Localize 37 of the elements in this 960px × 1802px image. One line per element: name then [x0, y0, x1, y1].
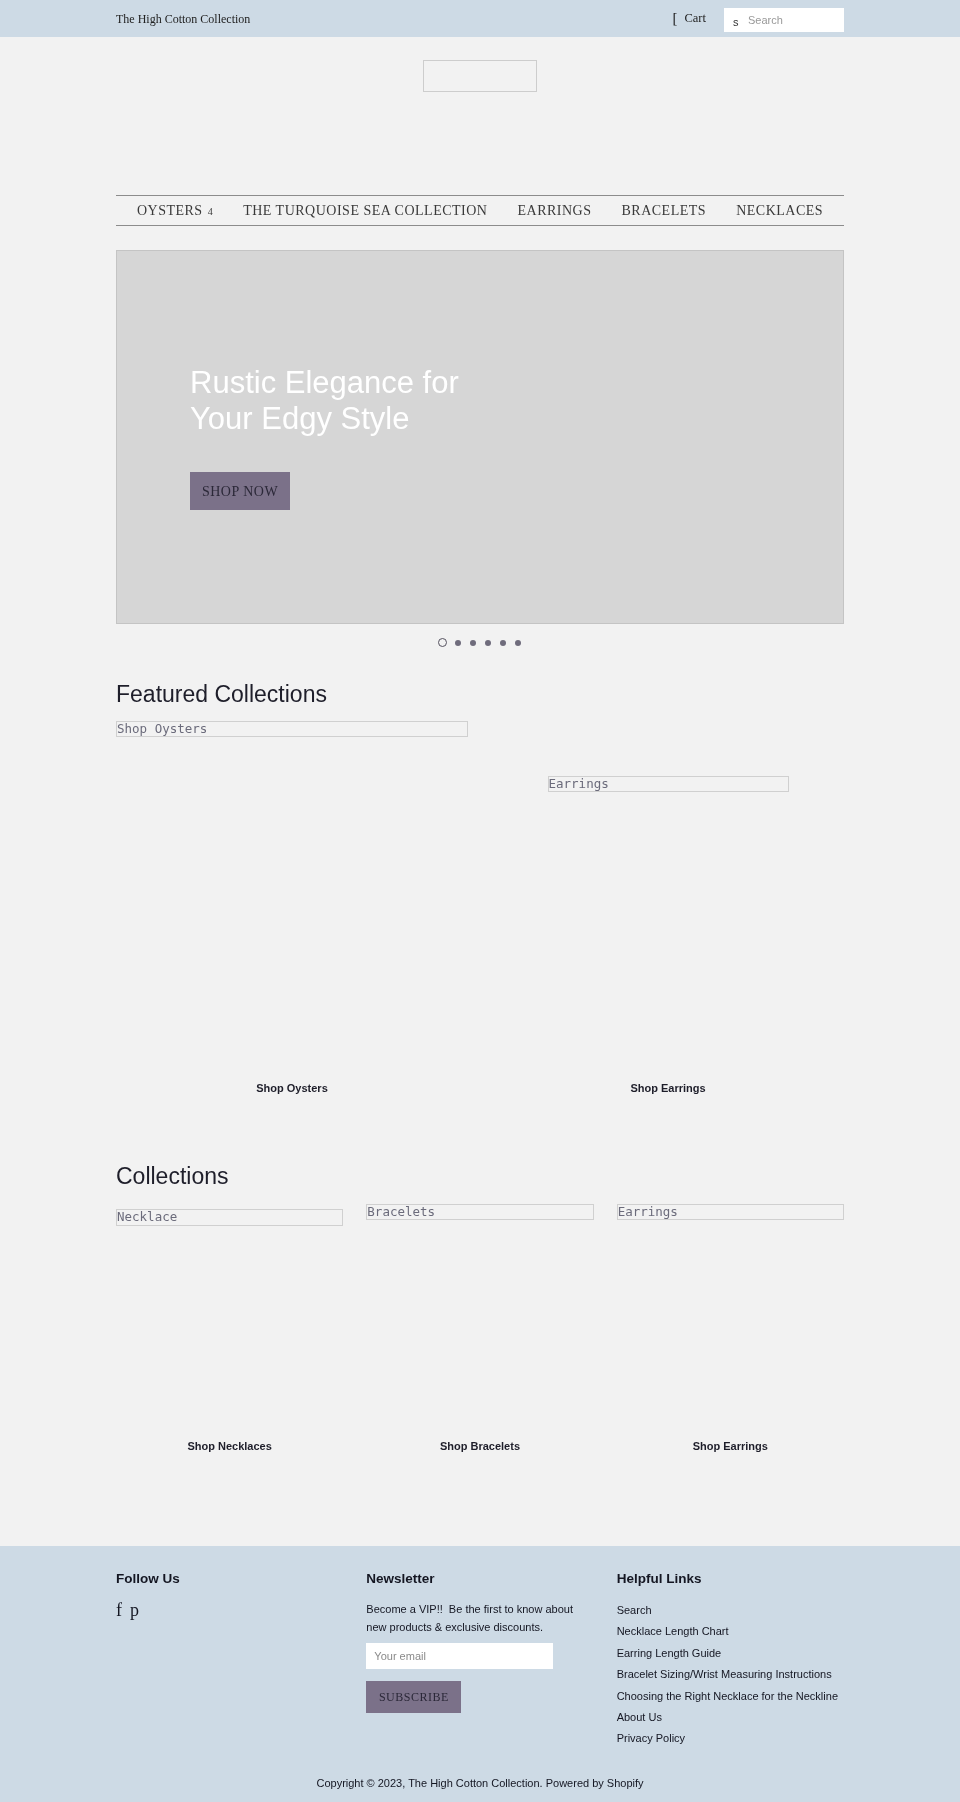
search-glyph: s: [733, 16, 739, 28]
collection-link[interactable]: Shop Necklaces: [187, 1438, 272, 1454]
nav-link[interactable]: THE TURQUOISE SEA COLLECTION: [243, 200, 488, 221]
footer-link[interactable]: Privacy Policy: [616, 1732, 686, 1745]
collection-link[interactable]: Shop Bracelets: [439, 1438, 521, 1454]
footer-heading: Helpful Links: [616, 1570, 703, 1588]
social-link[interactable]: f: [116, 1600, 122, 1620]
footer-heading: Follow Us: [116, 1570, 181, 1588]
broken-image: Necklace: [116, 1209, 344, 1226]
nav-link[interactable]: NECKLACES: [736, 200, 824, 221]
nav-link[interactable]: OYSTERS 4: [136, 200, 214, 221]
footer-link[interactable]: About Us: [616, 1711, 662, 1724]
cart-glyph: [: [672, 11, 678, 26]
section-heading: Collections: [116, 1162, 230, 1190]
collection-link[interactable]: Shop Earrings: [630, 1080, 706, 1096]
store-name: The High Cotton Collection: [116, 10, 251, 28]
dropdown-glyph: 4: [207, 207, 214, 217]
footer-link[interactable]: Earring Length Guide: [616, 1646, 722, 1659]
newsletter-text: Become a VIP!! Be the first to know about new products & exclusive discounts.: [366, 1602, 574, 1635]
nav-link[interactable]: BRACELETS: [621, 200, 707, 221]
footer-link[interactable]: Choosing the Right Necklace for the Neckline: [616, 1689, 838, 1702]
section-heading: Featured Collections: [116, 680, 328, 708]
footer-heading: Newsletter: [366, 1570, 436, 1588]
collection-link[interactable]: Shop Oysters: [256, 1080, 328, 1096]
copyright-text: Copyright © 2023, The High Cotton Collection. Powered by Shopify: [315, 1775, 645, 1791]
broken-image: Earrings: [616, 1204, 844, 1220]
footer-link[interactable]: Bracelet Sizing/Wrist Measuring Instructions: [616, 1668, 832, 1681]
broken-image: Earrings: [547, 776, 789, 792]
footer-link[interactable]: Necklace Length Chart: [616, 1625, 729, 1638]
broken-image: Shop Oysters: [116, 721, 468, 737]
cart-link[interactable]: Cart: [684, 9, 706, 28]
email-field[interactable]: Your email: [366, 1643, 554, 1669]
broken-image: Bracelets: [366, 1204, 594, 1220]
footer-link[interactable]: Search: [616, 1604, 652, 1616]
nav-link[interactable]: EARRINGS: [517, 200, 592, 221]
collection-link[interactable]: Shop Earrings: [692, 1438, 768, 1454]
social-link[interactable]: p: [130, 1600, 139, 1620]
